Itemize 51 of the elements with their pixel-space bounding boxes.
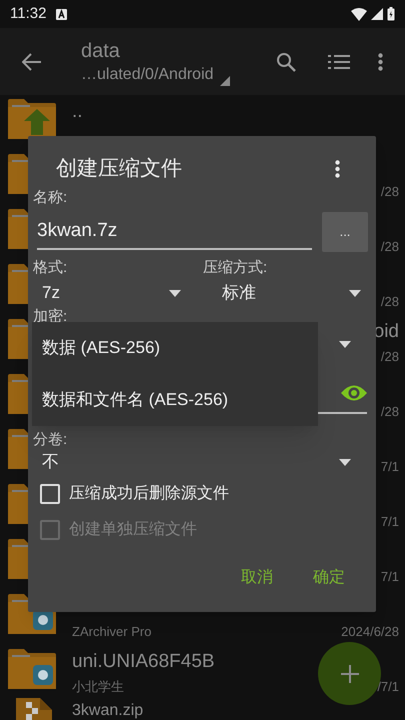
app-folder-icon xyxy=(8,649,56,689)
field-label: 名称: xyxy=(33,188,68,208)
more-icon[interactable] xyxy=(378,52,383,70)
name-field[interactable]: 3kwan.7z xyxy=(37,214,312,250)
file-name: .. xyxy=(72,100,83,124)
back-icon[interactable] xyxy=(22,52,42,70)
dropdown-caret-icon xyxy=(339,458,351,466)
search-icon[interactable] xyxy=(276,52,296,72)
file-date: /7/1 xyxy=(377,678,399,696)
file-date: /28 xyxy=(380,403,399,422)
file-date: 7/1 xyxy=(380,458,399,476)
dropdown-caret-icon xyxy=(339,340,351,348)
notification-icon xyxy=(56,8,68,20)
file-date: 7/1 xyxy=(380,568,399,586)
ok-button[interactable]: 确定 xyxy=(300,560,358,596)
file-date: /28 xyxy=(380,348,399,366)
file-date: 2024/6/28 xyxy=(341,623,399,642)
field-label: 压缩方式: xyxy=(203,258,268,278)
file-name: 3kwan.zip xyxy=(72,700,144,720)
status-time: 11:32 xyxy=(10,4,46,24)
dropdown-caret-icon xyxy=(349,290,361,296)
file-name: uni.UNIA68F45B xyxy=(72,650,215,674)
list-view-icon[interactable] xyxy=(328,54,350,68)
checkbox-label: 压缩成功后删除源文件 xyxy=(69,484,229,504)
folder-path[interactable]: …ulated/0/Android xyxy=(81,64,214,86)
file-date: 7/1 xyxy=(380,513,399,532)
plus-icon xyxy=(340,664,358,682)
folder-up-icon xyxy=(8,99,56,139)
field-label: 分卷: xyxy=(33,432,68,448)
file-date: /28 xyxy=(380,293,399,312)
signal-icon xyxy=(371,8,383,20)
method-dropdown[interactable]: 标准 xyxy=(213,280,363,306)
dialog-title: 创建压缩文件 xyxy=(56,156,182,182)
battery-icon xyxy=(387,7,395,21)
field-label: 格式: xyxy=(33,258,68,278)
file-description: ZArchiver Pro xyxy=(72,623,152,642)
file-date: /28 xyxy=(380,183,399,202)
eye-icon[interactable] xyxy=(341,384,367,402)
more-icon[interactable] xyxy=(335,160,340,178)
cancel-button[interactable]: 取消 xyxy=(228,560,286,596)
corner-triangle-icon xyxy=(220,76,230,86)
folder-title: data xyxy=(81,38,121,64)
browse-button[interactable]: ... xyxy=(322,212,368,252)
menu-item[interactable]: 数据和文件名 (AES-256) xyxy=(32,374,318,426)
format-dropdown[interactable]: 7z xyxy=(33,280,183,306)
dropdown-caret-icon xyxy=(169,290,181,296)
file-date: /28 xyxy=(380,238,399,256)
file-description: 小北学生 xyxy=(72,678,124,696)
split-dropdown[interactable]: 不 xyxy=(28,448,376,476)
wifi-icon xyxy=(351,8,367,20)
checkbox-label: 创建单独压缩文件 xyxy=(69,520,197,540)
